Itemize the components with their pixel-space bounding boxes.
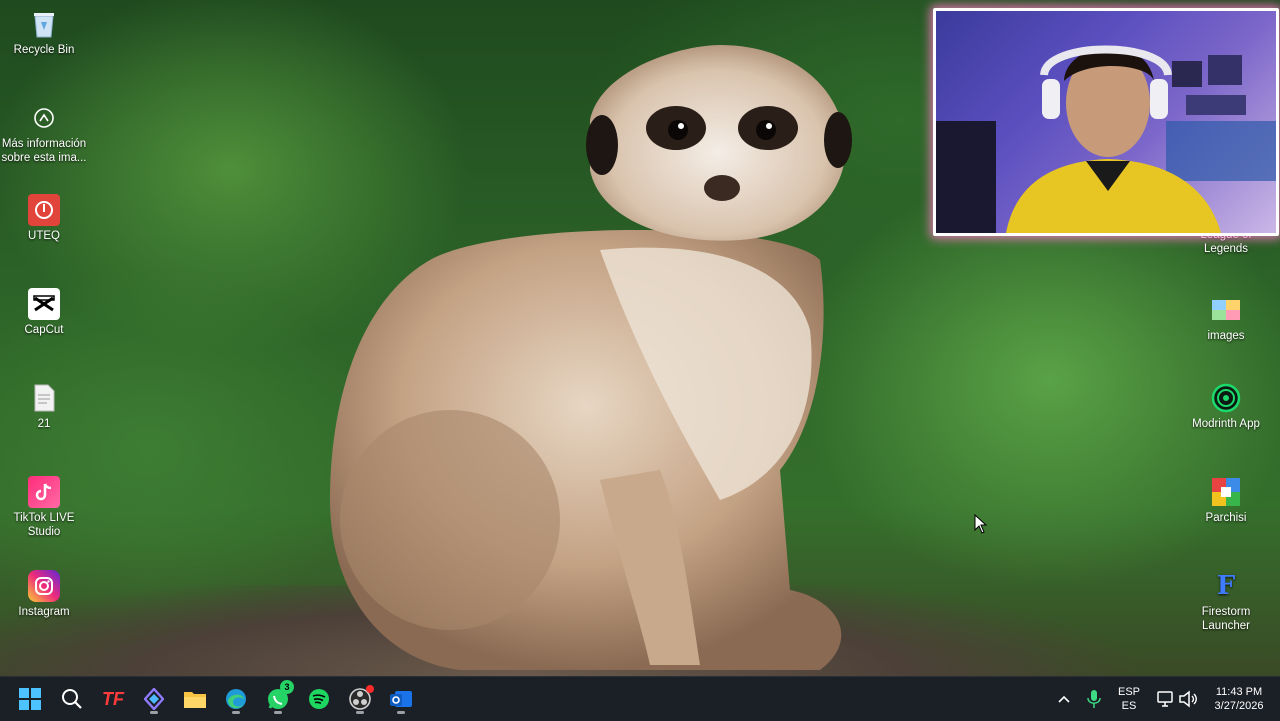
microphone-icon	[1087, 690, 1101, 708]
diamond-icon	[144, 688, 164, 710]
linear-app-button[interactable]	[138, 683, 170, 715]
folder-icon	[184, 692, 206, 708]
running-indicator	[232, 711, 240, 714]
uteq-icon	[28, 194, 60, 226]
taskbar: TF 3 ESP ES 11:43 PM 3/27/2026	[0, 676, 1280, 721]
outlook-icon	[390, 691, 412, 707]
clock-time: 11:43 PM	[1215, 686, 1263, 698]
chevron-up-icon	[1058, 695, 1070, 703]
mouse-cursor	[974, 514, 988, 534]
running-indicator	[356, 711, 364, 714]
desktop-icon-recycle-bin[interactable]: Recycle Bin	[1, 8, 87, 57]
recycle-bin-icon	[28, 8, 60, 40]
desktop-icon-instagram[interactable]: Instagram	[1, 570, 87, 619]
capcut-icon	[28, 288, 60, 320]
notification-badge: 3	[280, 680, 294, 694]
running-indicator	[274, 711, 282, 714]
outlook-button[interactable]	[385, 683, 417, 715]
search-button[interactable]	[56, 683, 88, 715]
recording-dot	[366, 685, 374, 693]
desktop-icon-more-info[interactable]: Más información sobre esta ima...	[1, 102, 87, 165]
edge-icon	[226, 689, 246, 709]
tf-icon: TF	[102, 688, 124, 709]
tiktok-icon	[28, 476, 60, 508]
edge-button[interactable]	[220, 683, 252, 715]
file-explorer-button[interactable]	[179, 683, 211, 715]
running-indicator	[397, 711, 405, 714]
running-indicator	[150, 711, 158, 714]
desktop-icon-capcut[interactable]: CapCut	[1, 288, 87, 337]
clock[interactable]: 11:43 PM 3/27/2026	[1204, 685, 1274, 713]
desktop-icon-parchisi[interactable]: Parchisi	[1183, 476, 1269, 525]
webcam-person-image	[936, 45, 1276, 233]
search-icon	[62, 689, 82, 709]
language-indicator[interactable]: ESP ES	[1112, 685, 1146, 713]
info-icon	[28, 102, 60, 134]
tf-app-button[interactable]: TF	[97, 683, 129, 715]
clock-date: 3/27/2026	[1214, 700, 1264, 712]
desktop-icon-tiktok-live[interactable]: TikTok LIVE Studio	[1, 476, 87, 539]
parchisi-icon	[1210, 476, 1242, 508]
instagram-icon	[28, 570, 60, 602]
text-file-icon	[28, 382, 60, 414]
desktop-icon-firestorm[interactable]: F Firestorm Launcher	[1183, 570, 1269, 633]
volume-button[interactable]	[1172, 683, 1204, 715]
spotify-icon	[309, 689, 329, 709]
firestorm-icon: F	[1216, 571, 1236, 601]
windows-icon	[19, 688, 41, 710]
desktop-icon-images[interactable]: images	[1183, 294, 1269, 343]
speaker-icon	[1179, 690, 1197, 708]
language-code: ESP	[1117, 686, 1140, 698]
image-file-icon	[1210, 294, 1242, 326]
modrinth-icon	[1210, 382, 1242, 414]
desktop-icon-21[interactable]: 21	[1, 382, 87, 431]
obs-button[interactable]	[344, 683, 376, 715]
webcam-overlay	[933, 8, 1279, 236]
show-hidden-icons-button[interactable]	[1048, 683, 1080, 715]
spotify-button[interactable]	[303, 683, 335, 715]
desktop-icon-modrinth[interactable]: Modrinth App	[1183, 382, 1269, 431]
keyboard-layout: ES	[1121, 700, 1137, 712]
whatsapp-button[interactable]: 3	[262, 680, 294, 715]
desktop-icon-uteq[interactable]: UTEQ	[1, 194, 87, 243]
microphone-button[interactable]	[1078, 683, 1110, 715]
start-button[interactable]	[14, 683, 46, 715]
